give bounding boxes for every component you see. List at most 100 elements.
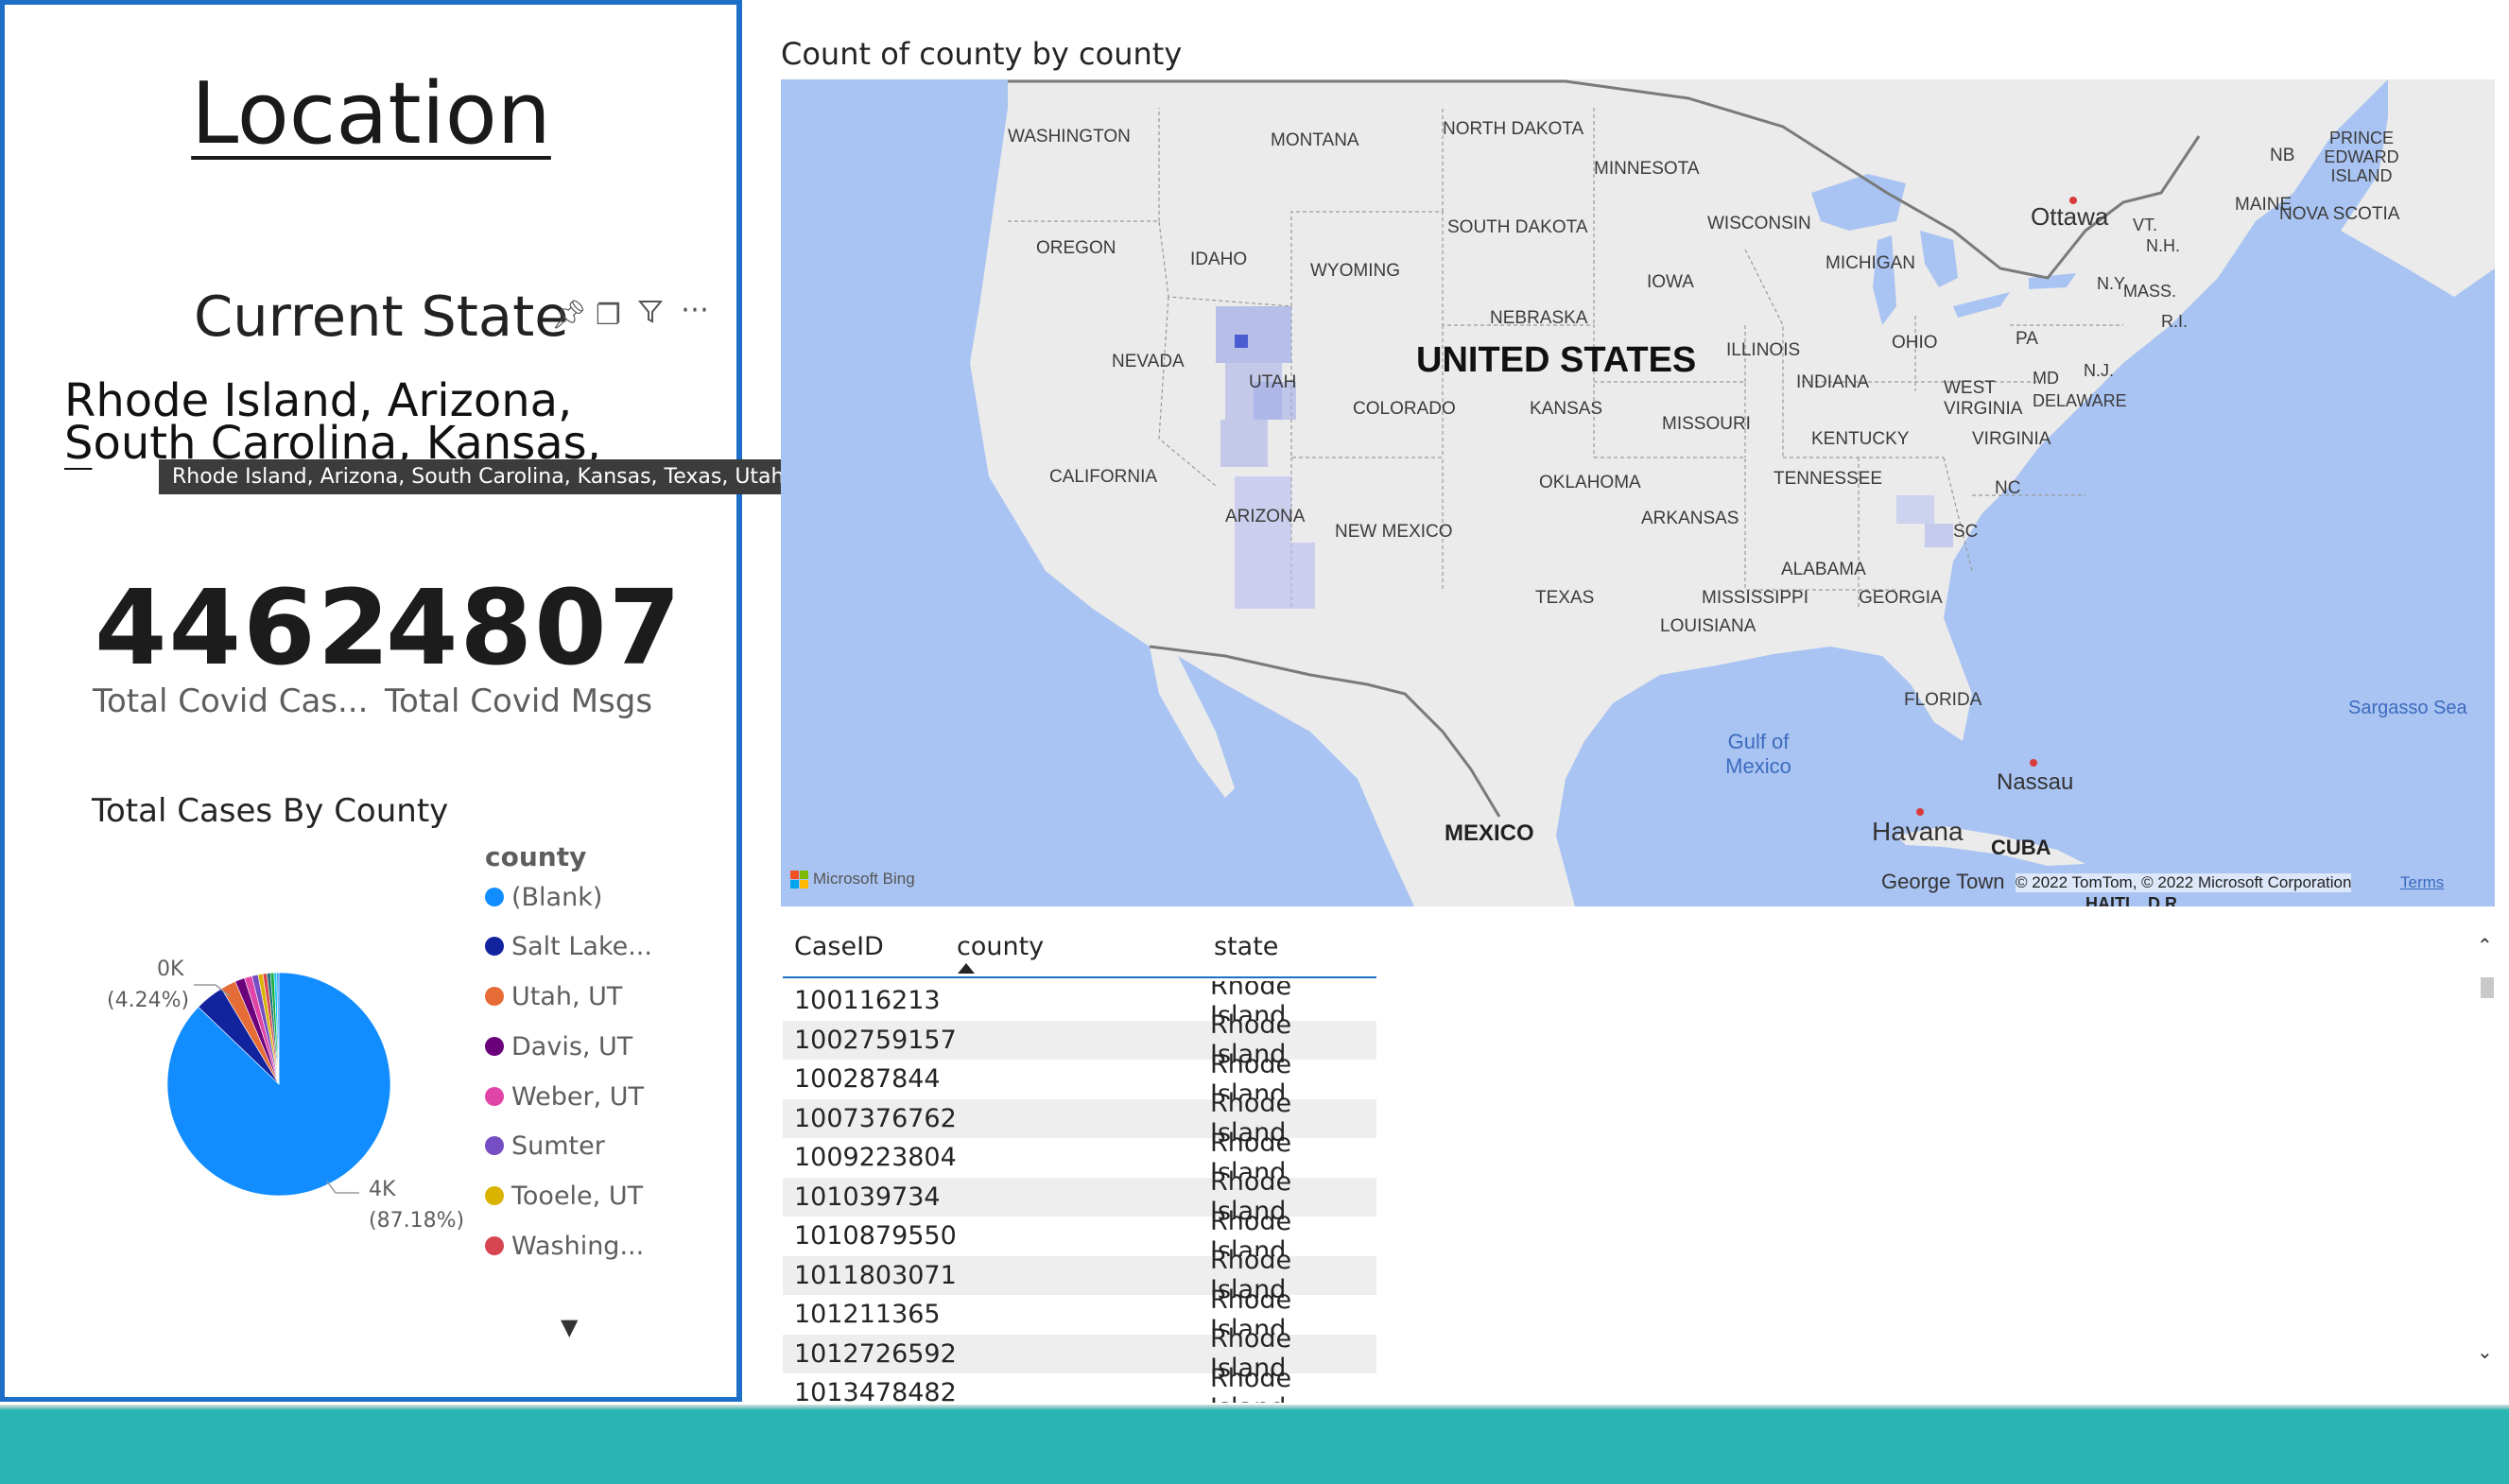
map-label-state: R.I. xyxy=(2161,312,2189,331)
map-attribution: © 2022 TomTom, © 2022 Microsoft Corporat… xyxy=(2016,873,2352,892)
legend-item-salt-lake[interactable]: Salt Lake... xyxy=(485,926,652,966)
map-label-state: NEW MEXICO xyxy=(1335,522,1453,542)
scrollbar-thumb[interactable] xyxy=(2481,977,2494,998)
scroll-down-icon[interactable]: ⌄ xyxy=(2477,1340,2493,1363)
map-label-state: MONTANA xyxy=(1271,130,1359,150)
current-state-value: Rhode Island, Arizona, South Carolina, K… xyxy=(64,380,601,470)
table-row[interactable]: 1013478482 Rhode Island xyxy=(783,1364,1376,1403)
map-label-city: Havana xyxy=(1872,817,1964,846)
map-label-state: TEXAS xyxy=(1535,588,1595,608)
legend-label: Salt Lake... xyxy=(511,931,652,961)
map-label-state: IOWA xyxy=(1647,272,1694,292)
cell-caseid: 1009223804 xyxy=(794,1143,957,1173)
copy-icon[interactable]: ❐ xyxy=(596,299,621,332)
map-label-state: WYOMING xyxy=(1310,261,1400,281)
legend-dot xyxy=(485,937,504,956)
map-label-state: COLORADO xyxy=(1353,399,1456,419)
map-label-country: UNITED STATES xyxy=(1416,340,1697,380)
map-label-state: N.J. xyxy=(2084,361,2115,380)
map-label-state: INDIANA xyxy=(1796,372,1870,392)
column-header-caseid[interactable]: CaseID xyxy=(794,932,884,961)
map-label-city: Nassau xyxy=(1997,769,2074,795)
map-label-state: NORTH DAKOTA xyxy=(1443,119,1584,139)
map-label-state: DELAWARE xyxy=(2033,391,2127,410)
bing-logo: Microsoft Bing xyxy=(790,870,915,889)
map-label-state: PA xyxy=(2016,329,2038,349)
map-label-state: WISCONSIN xyxy=(1707,214,1811,233)
legend-label: (Blank) xyxy=(511,882,603,912)
map-label-state: KANSAS xyxy=(1530,399,1603,419)
map-label-state: ILLINOIS xyxy=(1726,340,1801,360)
kpi-total-msgs-value: 4807 xyxy=(386,567,683,688)
legend-dot xyxy=(485,888,504,906)
map-title: Count of county by county xyxy=(781,36,1183,72)
scroll-up-icon[interactable]: ⌃ xyxy=(2477,934,2493,957)
map-label-city: Ottawa xyxy=(2031,202,2109,231)
map-label-state: MISSOURI xyxy=(1662,414,1751,434)
column-header-state[interactable]: state xyxy=(1214,932,1278,961)
cell-caseid: 1002759157 xyxy=(794,1025,957,1055)
header-underline xyxy=(783,976,1376,978)
legend-item-blank[interactable]: (Blank) xyxy=(485,877,602,917)
map-label-state: WASHINGTON xyxy=(1008,127,1131,147)
map-label-state: ARKANSAS xyxy=(1641,509,1739,528)
cell-state: Rhode Island xyxy=(1210,1363,1292,1403)
map-label-state: ALABAMA xyxy=(1781,560,1866,579)
pie-chart-title: Total Cases By County xyxy=(92,792,449,830)
cell-caseid: 101039734 xyxy=(794,1182,941,1212)
pin-icon[interactable]: 📌︎ xyxy=(551,299,587,332)
cell-caseid: 100116213 xyxy=(794,986,941,1016)
map-label-country: D.R. xyxy=(2148,894,2182,906)
map-label-city: George Town xyxy=(1881,870,2005,893)
map-label-state: KENTUCKY xyxy=(1811,429,1910,449)
map-label-state: NB xyxy=(2270,146,2295,165)
map-label-state: VT. xyxy=(2133,216,2158,234)
map-label-state: SC xyxy=(1953,522,1979,542)
cell-caseid: 1011803071 xyxy=(794,1260,957,1290)
map-label-state: MICHIGAN xyxy=(1826,253,1915,273)
map-label-state: PRINCE EDWARD ISLAND xyxy=(2324,129,2399,185)
legend-title: county xyxy=(485,841,587,872)
cell-caseid: 100287844 xyxy=(794,1064,941,1095)
map-label-state: IDAHO xyxy=(1190,250,1248,269)
more-options-icon[interactable]: ⋯ xyxy=(681,293,709,326)
map-label-state: MD xyxy=(2033,369,2059,388)
kpi-total-cases-value: 4462 xyxy=(95,567,392,688)
map-label-state: CALIFORNIA xyxy=(1049,467,1158,487)
map-label-state: NOVA SCOTIA xyxy=(2279,204,2400,224)
map-label-state: LOUISIANA xyxy=(1660,616,1756,636)
bing-logo-text: Microsoft Bing xyxy=(813,870,915,888)
cell-caseid: 1012726592 xyxy=(794,1338,957,1369)
map-label-state: TENNESSEE xyxy=(1774,469,1883,489)
kpi-total-msgs-label: Total Covid Msgs xyxy=(385,682,653,720)
column-header-county[interactable]: county xyxy=(957,932,1044,961)
map-label-state: GEORGIA xyxy=(1859,588,1943,608)
map-label-state: OREGON xyxy=(1036,238,1116,258)
microsoft-logo-icon xyxy=(790,870,808,889)
table-body[interactable]: 100116213 Rhode Island 1002759157 Rhode Is… xyxy=(0,981,2509,1403)
map-label-state: OKLAHOMA xyxy=(1539,473,1641,492)
filter-icon[interactable] xyxy=(637,299,664,333)
map-label-water: Gulf of Mexico xyxy=(1725,730,1791,778)
cell-caseid: 1010879550 xyxy=(794,1221,957,1251)
map-label-state: MISSISSIPPI xyxy=(1702,588,1808,608)
current-state-title: Current State xyxy=(194,284,569,349)
map-label-state: MINNESOTA xyxy=(1594,159,1700,179)
map-label-state: FLORIDA xyxy=(1904,690,1982,710)
map-visual[interactable]: WASHINGTON MONTANA NORTH DAKOTA MINNESOT… xyxy=(781,79,2495,906)
map-label-state: MASS. xyxy=(2123,282,2177,301)
sort-ascending-icon[interactable] xyxy=(958,963,975,974)
map-label-state: VIRGINIA xyxy=(1972,429,2051,449)
map-label-country: CUBA xyxy=(1991,836,2051,859)
footer-bar xyxy=(0,1410,2509,1484)
tooltip: Rhode Island, Arizona, South Carolina, K… xyxy=(159,459,798,494)
map-label-water: Sargasso Sea xyxy=(2348,698,2467,718)
map-terms-link[interactable]: Terms xyxy=(2400,873,2444,892)
map-label-state: NEVADA xyxy=(1112,352,1185,371)
map-label-state: WEST VIRGINIA xyxy=(1944,378,2023,419)
map-city-dot xyxy=(2030,759,2037,767)
map-label-state: OHIO xyxy=(1892,333,1938,353)
cell-caseid: 1007376762 xyxy=(794,1103,957,1133)
map-label-country: MEXICO xyxy=(1445,820,1534,846)
map-label-state: UTAH xyxy=(1249,372,1297,392)
